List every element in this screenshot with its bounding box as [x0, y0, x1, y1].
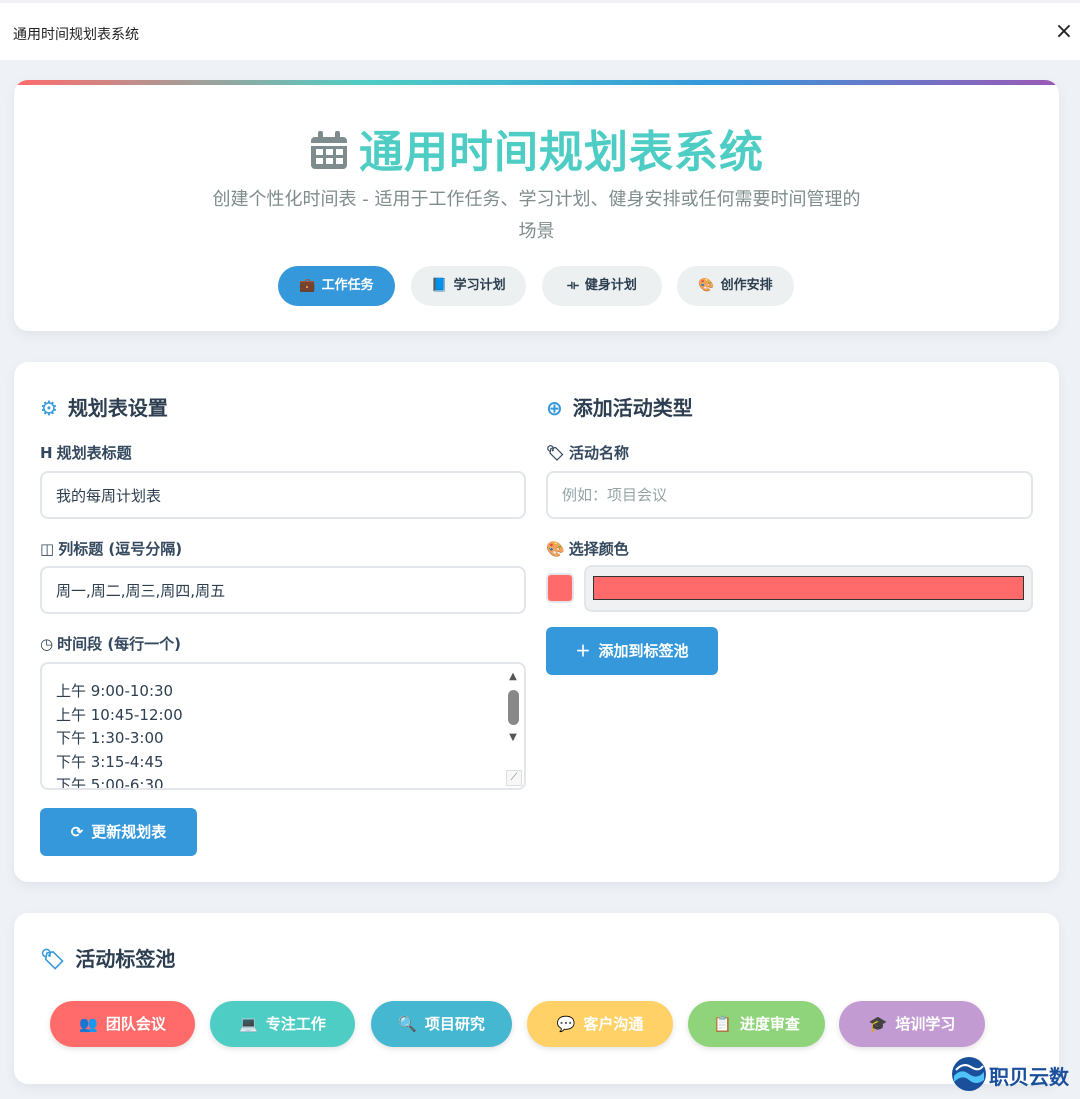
page-title-text: 通用时间规划表系统 [359, 127, 764, 178]
add-to-tag-pool-button[interactable]: ＋ 添加到标签池 [546, 627, 718, 675]
slots-field-label: ◷ 时间段 (每行一个) [40, 633, 181, 654]
template-button-study[interactable]: 📘 学习计划 [411, 266, 526, 306]
slot-line: 上午 9:00-10:30 [56, 682, 174, 700]
activity-name-label-text: 活动名称 [569, 444, 630, 462]
tag-label: 项目研究 [424, 1015, 485, 1033]
watermark-text: 职贝云数 [989, 1065, 1069, 1089]
color-swatch[interactable] [546, 573, 574, 603]
columns-input[interactable] [40, 566, 526, 614]
slots-lines: 上午 9:00-10:30 上午 10:45-12:00 下午 1:30-3:0… [56, 680, 183, 790]
plus-circle-icon: ⊕ [546, 396, 563, 420]
add-activity-title-text: 添加活动类型 [572, 396, 693, 420]
calendar-icon [309, 129, 349, 182]
tags-icon: 🏷 [40, 947, 66, 971]
tag-team-meeting[interactable]: 👥 团队会议 [50, 1001, 195, 1047]
slots-label-text: 时间段 (每行一个) [57, 635, 182, 653]
tag-progress-review[interactable]: 📋 进度审查 [688, 1001, 825, 1047]
textarea-scrollbar[interactable]: ▲ ▼ [506, 670, 520, 770]
title-label-text: 规划表标题 [56, 444, 132, 462]
subtitle-line-1: 创建个性化时间表 - 适用于工作任务、学习计划、健身安排或任何需要时间管理的 [212, 189, 861, 210]
briefcase-icon: 💼 [299, 278, 316, 293]
graduation-cap-icon: 🎓 [868, 1015, 888, 1033]
tag-label: 客户沟通 [583, 1015, 644, 1033]
clipboard-check-icon: 📋 [713, 1015, 732, 1033]
columns-icon: ◫ [40, 540, 55, 558]
gear-icon: ⚙ [40, 396, 58, 420]
page-title: 通用时间规划表系统 [14, 116, 1059, 182]
tag-label: 培训学习 [895, 1015, 956, 1033]
settings-section-title: ⚙ 规划表设置 [40, 392, 168, 421]
tag-label: 团队会议 [105, 1015, 166, 1033]
title-input[interactable] [40, 471, 526, 519]
columns-label-text: 列标题 (逗号分隔) [58, 540, 183, 558]
laptop-icon: 💻 [239, 1015, 258, 1033]
brand-logo-icon [952, 1057, 986, 1091]
tag-focus-work[interactable]: 💻 专注工作 [210, 1001, 355, 1047]
palette-icon: 🎨 [546, 540, 565, 558]
add-activity-section-title: ⊕ 添加活动类型 [546, 392, 693, 421]
header-gradient-stripe [14, 80, 1059, 85]
header-card: 通用时间规划表系统 创建个性化时间表 - 适用于工作任务、学习计划、健身安排或任… [14, 80, 1059, 331]
book-icon: 📘 [431, 278, 448, 293]
window-title: 通用时间规划表系统 [13, 27, 139, 43]
template-button-work[interactable]: 💼 工作任务 [278, 266, 395, 306]
palette-icon: 🎨 [698, 278, 715, 293]
slot-line: 下午 5:00-6:30 [56, 776, 164, 790]
update-schedule-button[interactable]: ⟳ 更新规划表 [40, 808, 197, 856]
title-field-label: H 规划表标题 [40, 442, 132, 463]
slot-line: 下午 3:15-4:45 [56, 752, 164, 771]
page-subtitle: 创建个性化时间表 - 适用于工作任务、学习计划、健身安排或任何需要时间管理的 场… [184, 184, 889, 248]
plus-icon: ＋ [575, 642, 591, 660]
refresh-icon: ⟳ [70, 823, 84, 841]
tag-icon: 🏷 [546, 444, 566, 462]
tag-label: 专注工作 [265, 1015, 326, 1033]
dumbbell-icon: ⟛ [567, 278, 579, 293]
subtitle-line-2: 场景 [518, 221, 555, 242]
template-button-fitness[interactable]: ⟛ 健身计划 [542, 266, 662, 306]
columns-field-label: ◫ 列标题 (逗号分隔) [40, 538, 182, 559]
heading-icon: H [40, 444, 53, 462]
search-icon: 🔍 [398, 1015, 417, 1033]
slot-line: 上午 10:45-12:00 [56, 705, 183, 724]
window-titlebar: 通用时间规划表系统 × [0, 0, 1080, 60]
clock-icon: ◷ [40, 635, 54, 653]
color-picker[interactable] [584, 565, 1033, 612]
watermark: 职贝云数 [951, 1056, 1076, 1094]
tag-label: 进度审查 [739, 1015, 800, 1033]
tag-project-research[interactable]: 🔍 项目研究 [371, 1001, 512, 1047]
settings-card: ⚙ 规划表设置 H规划表标题 ◫列标题 (逗号分隔) ◷时间段 (每行一个) 上午… [14, 362, 1059, 882]
add-button-label: 添加到标签池 [598, 642, 689, 660]
template-label: 创作安排 [720, 278, 773, 293]
settings-title-text: 规划表设置 [67, 396, 168, 420]
color-label-text: 选择颜色 [568, 540, 629, 558]
activity-name-input[interactable] [546, 471, 1033, 519]
template-label: 学习计划 [453, 278, 506, 293]
tag-pool-section-title: 🏷 活动标签池 [40, 943, 175, 972]
scroll-down-arrow-icon[interactable]: ▼ [506, 731, 520, 745]
comments-icon: 💬 [556, 1015, 576, 1033]
update-button-label: 更新规划表 [91, 823, 167, 841]
color-preview-bar [593, 576, 1024, 600]
scroll-thumb[interactable] [507, 690, 519, 725]
tag-pool-card: 🏷 活动标签池 👥 团队会议 💻 专注工作 🔍 项目研究 💬 客户沟通 📋 进度审查 🎓 培训… [14, 913, 1059, 1084]
resize-grip-icon[interactable]: ⟋ [506, 770, 522, 786]
users-icon: 👥 [79, 1015, 98, 1033]
slot-line: 下午 1:30-3:00 [56, 729, 164, 747]
slots-textarea[interactable]: 上午 9:00-10:30 上午 10:45-12:00 下午 1:30-3:0… [40, 662, 526, 790]
color-label: 🎨 选择颜色 [546, 538, 629, 559]
template-label: 健身计划 [584, 278, 637, 293]
close-icon[interactable]: × [1052, 20, 1076, 44]
scroll-up-arrow-icon[interactable]: ▲ [506, 670, 520, 684]
tag-pool-title-text: 活动标签池 [75, 947, 176, 971]
template-label: 工作任务 [321, 278, 374, 293]
activity-name-label: 🏷 活动名称 [546, 442, 629, 463]
tag-training[interactable]: 🎓 培训学习 [839, 1001, 985, 1047]
tag-client-communication[interactable]: 💬 客户沟通 [527, 1001, 673, 1047]
template-button-creative[interactable]: 🎨 创作安排 [677, 266, 794, 306]
